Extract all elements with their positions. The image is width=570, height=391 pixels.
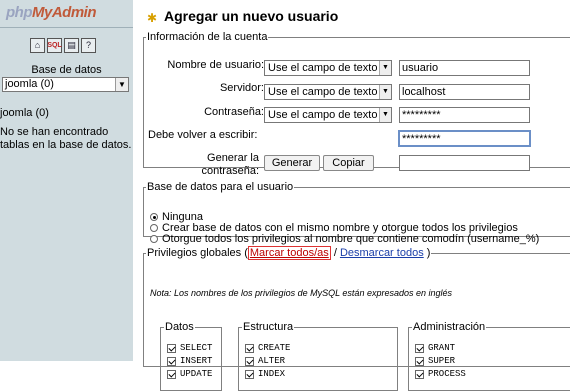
privilege-grant[interactable]: GRANT bbox=[415, 343, 455, 353]
radio-icon[interactable] bbox=[150, 224, 158, 232]
host-input[interactable]: localhost bbox=[399, 84, 530, 100]
user-database-legend: Base de datos para el usuario bbox=[147, 181, 294, 193]
host-label: Servidor: bbox=[219, 82, 264, 94]
account-info-legend: Información de la cuenta bbox=[147, 31, 268, 43]
privilege-insert[interactable]: INSERT bbox=[167, 356, 212, 366]
privilege-group-structure: Estructura CREATE ALTER INDEX bbox=[238, 321, 398, 391]
checkbox-checked-icon[interactable] bbox=[167, 343, 176, 353]
page-title: Agregar un nuevo usuario bbox=[164, 8, 339, 24]
copy-button[interactable]: Copiar bbox=[323, 155, 374, 171]
password-label: Contraseña: bbox=[204, 106, 264, 118]
global-privileges-legend: Privilegios globales (Marcar todos/as / … bbox=[147, 246, 431, 260]
privilege-select[interactable]: SELECT bbox=[167, 343, 212, 353]
password-mode-select[interactable]: Use el campo de texto ▼ bbox=[264, 107, 392, 123]
sql-icon[interactable]: SQL bbox=[47, 38, 62, 53]
checkbox-checked-icon[interactable] bbox=[167, 356, 176, 366]
checkbox-checked-icon[interactable] bbox=[245, 369, 254, 379]
radio-icon[interactable] bbox=[150, 235, 158, 243]
privilege-super[interactable]: SUPER bbox=[415, 356, 455, 366]
privilege-group-legend: Datos bbox=[165, 321, 194, 333]
privileges-note: Nota: Los nombres de los privilegios de … bbox=[150, 288, 453, 298]
nav-divider bbox=[0, 27, 133, 28]
docs-icon[interactable]: ? bbox=[81, 38, 96, 53]
checkbox-checked-icon[interactable] bbox=[415, 343, 424, 353]
generate-password-label: Generar la contraseña: bbox=[201, 152, 259, 177]
phpmyadmin-logo[interactable]: phpMyAdmin bbox=[6, 4, 97, 21]
username-mode-select[interactable]: Use el campo de texto ▼ bbox=[264, 60, 392, 76]
account-info-fieldset: Información de la cuenta Nombre de usuar… bbox=[143, 31, 570, 177]
database-name[interactable]: joomla (0) bbox=[0, 107, 49, 119]
username-label: Nombre de usuario: bbox=[167, 59, 264, 71]
retype-password-label: Debe volver a escribir: bbox=[148, 129, 258, 141]
database-select-value: joomla (0) bbox=[5, 78, 54, 90]
empty-database-message: No se han encontrado tablas en la base d… bbox=[0, 126, 132, 151]
privilege-group-administration: Administración GRANT SUPER PROCESS bbox=[408, 321, 570, 391]
privilege-create[interactable]: CREATE bbox=[245, 343, 290, 353]
host-mode-select[interactable]: Use el campo de texto ▼ bbox=[264, 84, 392, 100]
user-database-fieldset: Base de datos para el usuario Ninguna Cr… bbox=[143, 181, 570, 245]
checkbox-checked-icon[interactable] bbox=[245, 356, 254, 366]
uncheck-all-link[interactable]: Desmarcar todos bbox=[340, 247, 424, 259]
username-input[interactable]: usuario bbox=[399, 60, 530, 76]
db-option-wildcard[interactable]: Otorgue todos los privilegios al nombre … bbox=[150, 233, 539, 245]
home-icon[interactable]: ⌂ bbox=[30, 38, 45, 53]
check-all-link[interactable]: Marcar todos/as bbox=[247, 246, 331, 260]
privilege-group-data: Datos SELECT INSERT UPDATE bbox=[160, 321, 222, 391]
chevron-down-icon: ▼ bbox=[379, 85, 391, 99]
chevron-down-icon: ▼ bbox=[379, 108, 391, 122]
global-privileges-fieldset: Privilegios globales (Marcar todos/as / … bbox=[143, 246, 570, 391]
privilege-index[interactable]: INDEX bbox=[245, 369, 285, 379]
nav-icon-bar: ⌂ SQL ▤ ? bbox=[30, 38, 96, 53]
privilege-alter[interactable]: ALTER bbox=[245, 356, 285, 366]
generated-password-input[interactable] bbox=[399, 155, 530, 171]
main-frame: ✱ Agregar un nuevo usuario Información d… bbox=[133, 0, 570, 391]
privilege-process[interactable]: PROCESS bbox=[415, 369, 466, 379]
database-select[interactable]: joomla (0) ▼ bbox=[2, 77, 129, 92]
privilege-group-legend: Estructura bbox=[243, 321, 294, 333]
checkbox-checked-icon[interactable] bbox=[167, 369, 176, 379]
retype-password-input[interactable]: ********* bbox=[398, 130, 531, 147]
checkbox-checked-icon[interactable] bbox=[245, 343, 254, 353]
add-user-icon: ✱ bbox=[147, 11, 158, 25]
database-label: Base de datos bbox=[31, 64, 102, 76]
radio-selected-icon[interactable] bbox=[150, 213, 158, 221]
checkbox-checked-icon[interactable] bbox=[415, 356, 424, 366]
privilege-update[interactable]: UPDATE bbox=[167, 369, 212, 379]
chevron-down-icon: ▼ bbox=[115, 78, 128, 91]
privilege-group-legend: Administración bbox=[413, 321, 486, 333]
navigation-frame: phpMyAdmin ⌂ SQL ▤ ? Base de datos jooml… bbox=[0, 0, 133, 361]
chevron-down-icon: ▼ bbox=[379, 61, 391, 75]
checkbox-checked-icon[interactable] bbox=[415, 369, 424, 379]
query-icon[interactable]: ▤ bbox=[64, 38, 79, 53]
generate-button[interactable]: Generar bbox=[264, 155, 320, 171]
password-input[interactable]: ********* bbox=[399, 107, 530, 123]
